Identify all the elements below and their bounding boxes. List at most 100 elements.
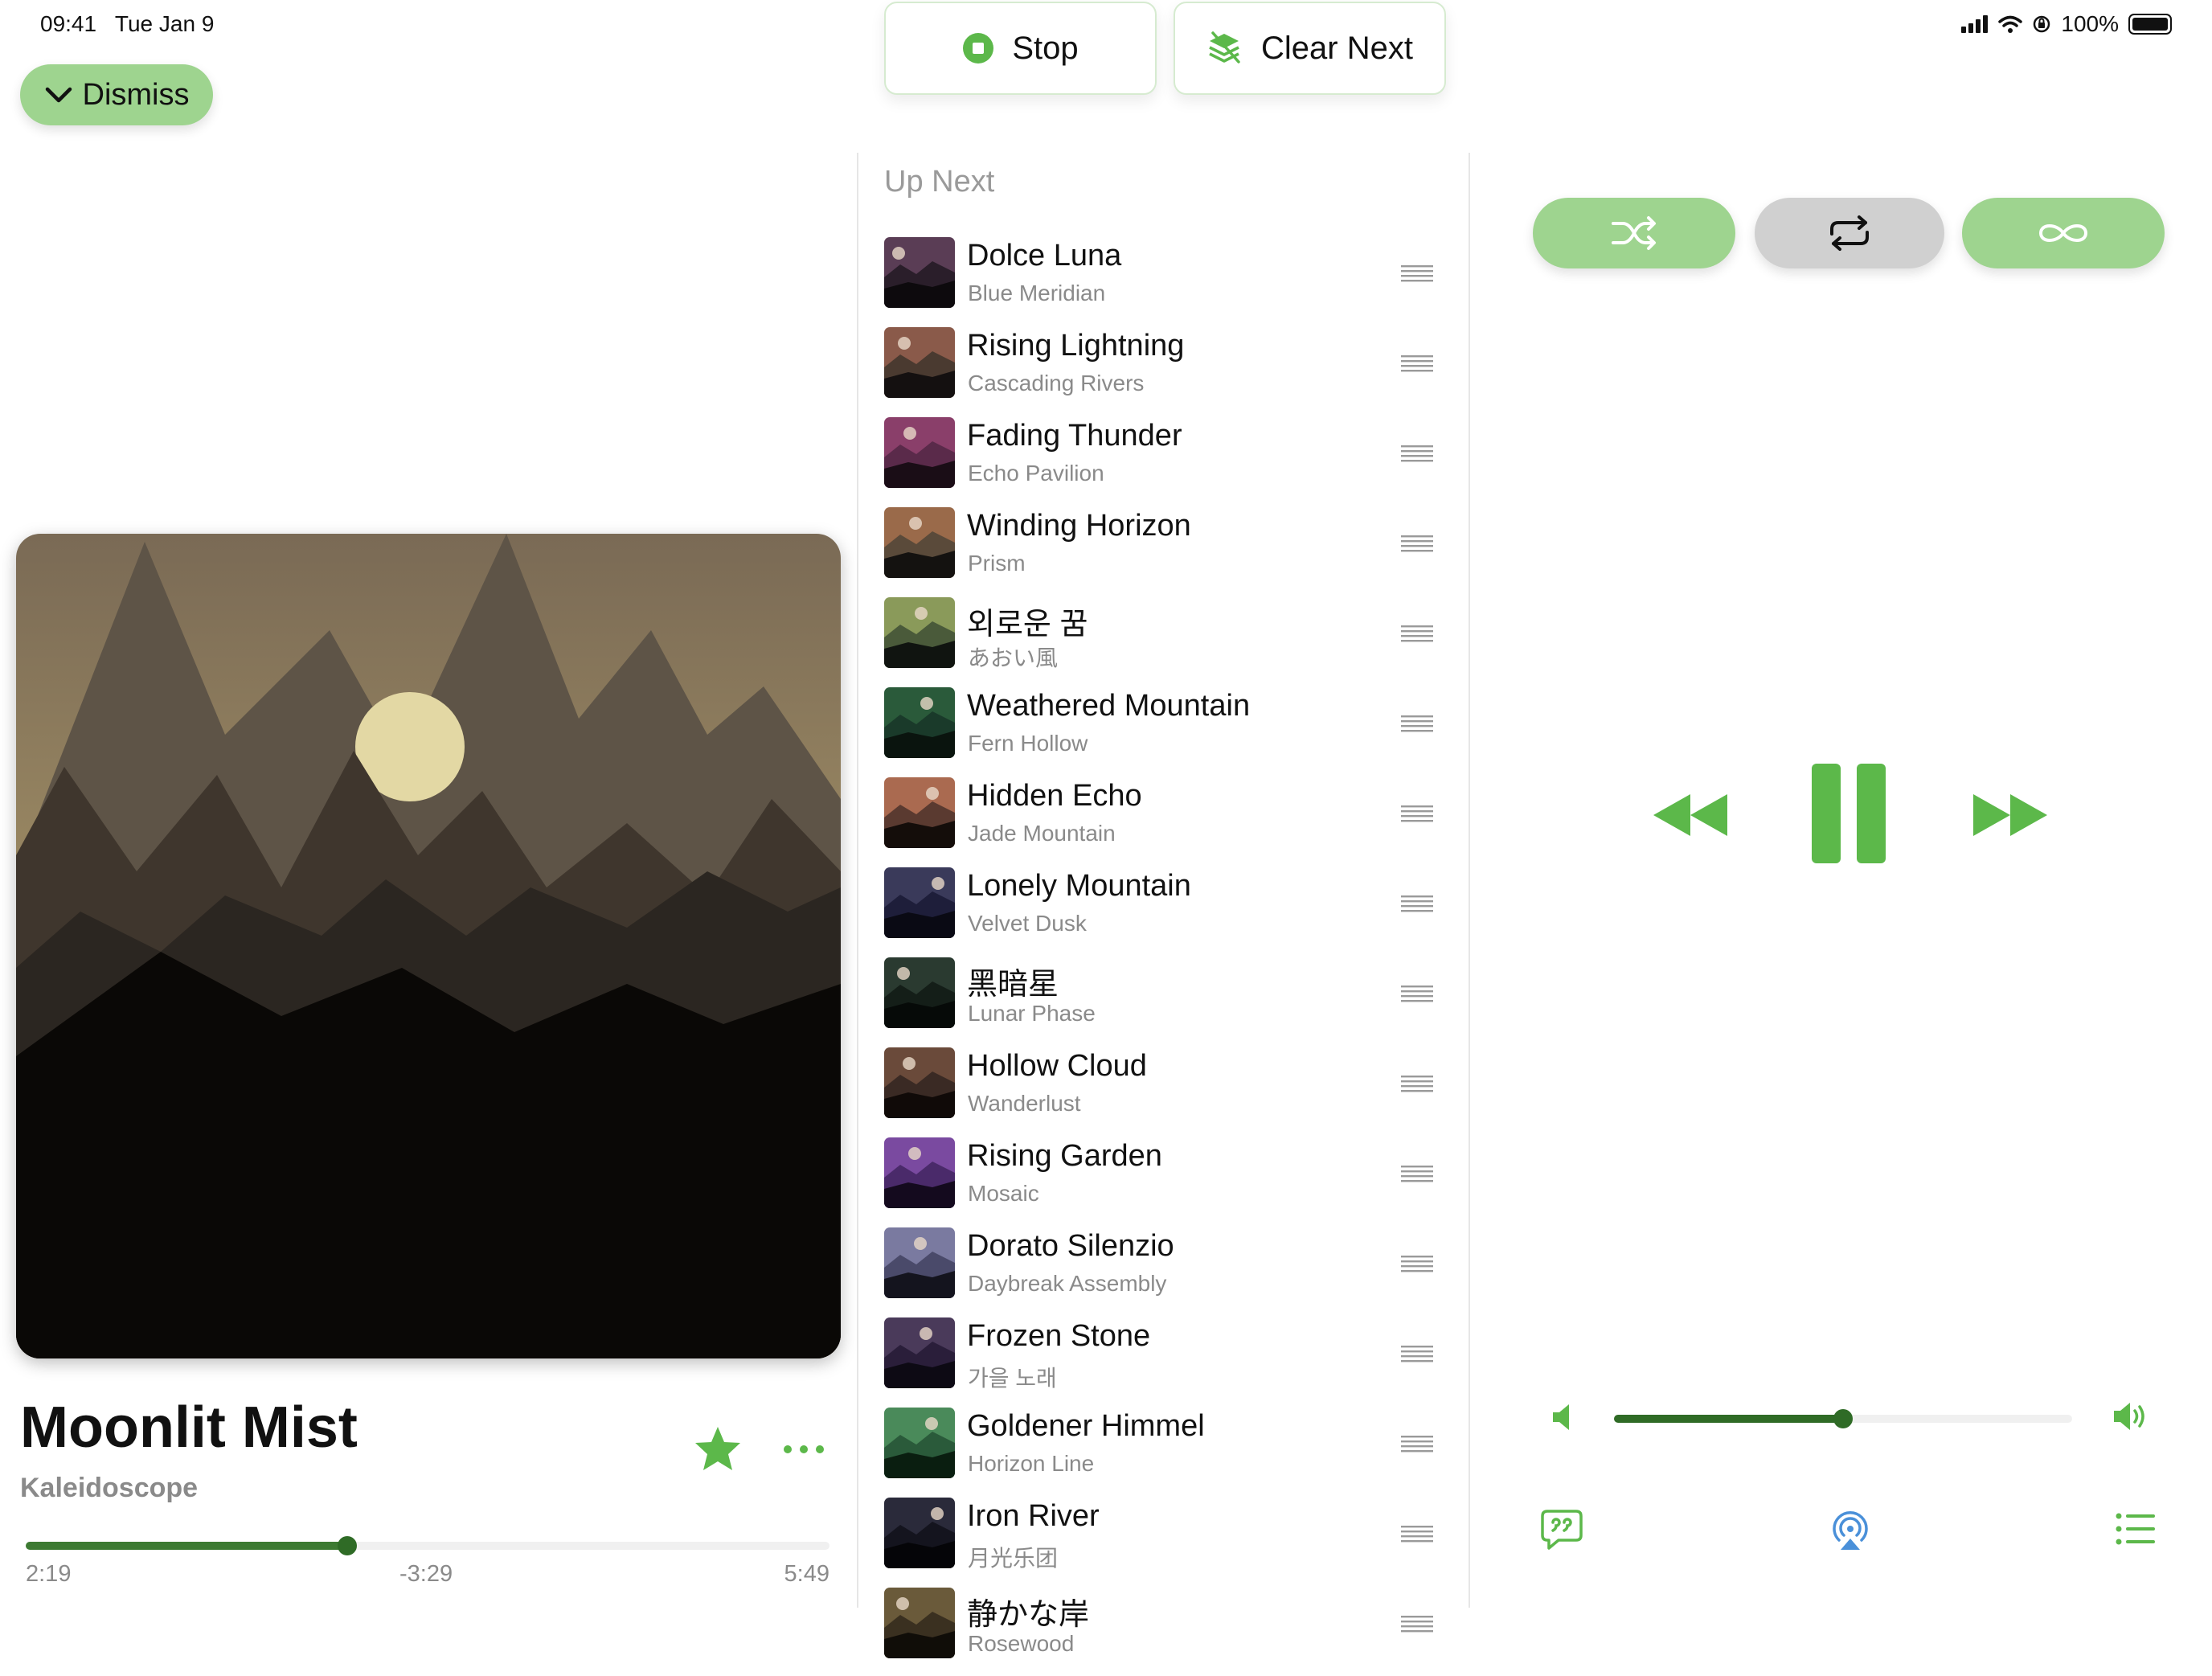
queue-artwork bbox=[884, 327, 955, 398]
progress-fill bbox=[26, 1542, 347, 1550]
queue-track-artist: Cascading Rivers bbox=[968, 371, 1145, 395]
queue-track-title: Dorato Silenzio bbox=[967, 1229, 1174, 1263]
chevron-down-icon bbox=[45, 87, 72, 103]
queue-artwork bbox=[884, 957, 955, 1028]
shuffle-button[interactable] bbox=[1533, 198, 1735, 268]
queue-artwork bbox=[884, 1498, 955, 1568]
drag-handle-icon[interactable] bbox=[1401, 1165, 1433, 1182]
queue-track-title: Hollow Cloud bbox=[967, 1049, 1147, 1083]
status-date: Tue Jan 9 bbox=[114, 11, 215, 36]
progress-knob[interactable] bbox=[338, 1536, 357, 1555]
queue-artwork bbox=[884, 687, 955, 758]
pause-icon[interactable] bbox=[1810, 764, 1887, 863]
queue-row[interactable]: 黑暗星 Lunar Phase bbox=[884, 956, 1447, 1046]
shuffle-icon bbox=[1612, 216, 1656, 250]
queue-row[interactable]: Hollow Cloud Wanderlust bbox=[884, 1046, 1447, 1136]
queue-track-artist: Prism bbox=[968, 551, 1026, 576]
queue-row[interactable]: Fading Thunder Echo Pavilion bbox=[884, 416, 1447, 506]
more-options-icon[interactable] bbox=[780, 1439, 828, 1460]
queue-track-title: 黑暗星 bbox=[967, 968, 1059, 1002]
infinite-play-button[interactable] bbox=[1962, 198, 2165, 268]
drag-handle-icon[interactable] bbox=[1401, 715, 1433, 732]
queue-artwork bbox=[884, 777, 955, 848]
queue-track-title: 静かな岸 bbox=[967, 1598, 1090, 1632]
drag-handle-icon[interactable] bbox=[1401, 1435, 1433, 1453]
queue-row[interactable]: Weathered Mountain Fern Hollow bbox=[884, 686, 1447, 776]
drag-handle-icon[interactable] bbox=[1401, 1075, 1433, 1092]
drag-handle-icon[interactable] bbox=[1401, 1525, 1433, 1543]
queue-track-artist: Mosaic bbox=[968, 1181, 1039, 1206]
status-clock: 09:41 bbox=[40, 11, 97, 36]
queue-artwork bbox=[884, 1047, 955, 1118]
clear-next-button[interactable]: Clear Next bbox=[1174, 2, 1446, 95]
status-indicators: 100% bbox=[1961, 11, 2172, 37]
drag-handle-icon[interactable] bbox=[1401, 895, 1433, 912]
drag-handle-icon[interactable] bbox=[1401, 625, 1433, 642]
queue-artwork bbox=[884, 1408, 955, 1478]
queue-row[interactable]: Dolce Luna Blue Meridian bbox=[884, 236, 1447, 326]
fast-forward-icon[interactable] bbox=[1972, 793, 2049, 838]
queue-row[interactable]: Lonely Mountain Velvet Dusk bbox=[884, 866, 1447, 956]
stop-button[interactable]: Stop bbox=[884, 2, 1157, 95]
queue-row[interactable]: Frozen Stone 가을 노래 bbox=[884, 1316, 1447, 1406]
queue-track-title: Goldener Himmel bbox=[967, 1409, 1205, 1443]
volume-knob[interactable] bbox=[1833, 1409, 1853, 1428]
queue-row[interactable]: 외로운 꿈 あおい風 bbox=[884, 596, 1447, 686]
queue-row[interactable]: Rising Lightning Cascading Rivers bbox=[884, 326, 1447, 416]
orientation-lock-icon bbox=[2034, 15, 2050, 33]
queue-row[interactable]: Goldener Himmel Horizon Line bbox=[884, 1406, 1447, 1496]
rewind-icon[interactable] bbox=[1652, 793, 1729, 838]
drag-handle-icon[interactable] bbox=[1401, 805, 1433, 822]
queue-artwork bbox=[884, 417, 955, 488]
queue-row[interactable]: Dorato Silenzio Daybreak Assembly bbox=[884, 1226, 1447, 1316]
queue-row[interactable]: Hidden Echo Jade Mountain bbox=[884, 776, 1447, 866]
dismiss-button[interactable]: Dismiss bbox=[20, 64, 213, 125]
drag-handle-icon[interactable] bbox=[1401, 1615, 1433, 1633]
track-artist[interactable]: Kaleidoscope bbox=[20, 1473, 198, 1504]
queue-track-title: Dolce Luna bbox=[967, 239, 1122, 273]
drag-handle-icon[interactable] bbox=[1401, 354, 1433, 372]
volume-slider[interactable] bbox=[1614, 1409, 2072, 1428]
repeat-button[interactable] bbox=[1755, 198, 1944, 268]
remaining-time: -3:29 bbox=[399, 1561, 453, 1587]
stop-label: Stop bbox=[1012, 30, 1079, 66]
queue-artwork bbox=[884, 1227, 955, 1298]
queue-track-artist: Wanderlust bbox=[968, 1091, 1081, 1116]
volume-low-icon bbox=[1553, 1404, 1569, 1430]
elapsed-time: 2:19 bbox=[26, 1561, 72, 1587]
favorite-star-icon[interactable] bbox=[693, 1424, 743, 1474]
airplay-icon[interactable] bbox=[1828, 1508, 1873, 1553]
queue-track-title: Iron River bbox=[967, 1499, 1100, 1533]
queue-artwork bbox=[884, 507, 955, 578]
queue-row[interactable]: Rising Garden Mosaic bbox=[884, 1136, 1447, 1226]
drag-handle-icon[interactable] bbox=[1401, 985, 1433, 1002]
queue-track-artist: Lunar Phase bbox=[968, 1001, 1096, 1026]
queue-track-artist: 月光乐团 bbox=[968, 1546, 1059, 1571]
lyrics-icon[interactable] bbox=[1539, 1508, 1584, 1553]
status-time: 09:41 Tue Jan 9 bbox=[40, 11, 214, 37]
right-divider bbox=[1469, 153, 1470, 1608]
queue-track-title: Weathered Mountain bbox=[967, 689, 1251, 723]
clear-next-label: Clear Next bbox=[1261, 30, 1413, 66]
queue-track-artist: Rosewood bbox=[968, 1631, 1075, 1656]
queue-row[interactable]: Iron River 月光乐团 bbox=[884, 1496, 1447, 1586]
drag-handle-icon[interactable] bbox=[1401, 1255, 1433, 1272]
signal-icon bbox=[1961, 15, 1989, 33]
album-artwork bbox=[16, 534, 841, 1358]
queue-row[interactable]: 静かな岸 Rosewood bbox=[884, 1586, 1447, 1676]
volume-fill bbox=[1614, 1415, 1843, 1423]
queue-row[interactable]: Winding Horizon Prism bbox=[884, 506, 1447, 596]
dismiss-label: Dismiss bbox=[82, 77, 190, 112]
drag-handle-icon[interactable] bbox=[1401, 1345, 1433, 1363]
repeat-icon bbox=[1830, 215, 1869, 251]
playback-progress-bar[interactable] bbox=[26, 1536, 830, 1555]
queue-track-artist: Blue Meridian bbox=[968, 281, 1106, 305]
queue-artwork bbox=[884, 237, 955, 308]
drag-handle-icon[interactable] bbox=[1401, 264, 1433, 282]
queue-list-icon[interactable] bbox=[2116, 1511, 2156, 1547]
infinity-icon bbox=[2038, 224, 2088, 242]
drag-handle-icon[interactable] bbox=[1401, 535, 1433, 552]
queue-artwork bbox=[884, 1588, 955, 1658]
wifi-icon bbox=[1998, 15, 2023, 33]
drag-handle-icon[interactable] bbox=[1401, 445, 1433, 462]
